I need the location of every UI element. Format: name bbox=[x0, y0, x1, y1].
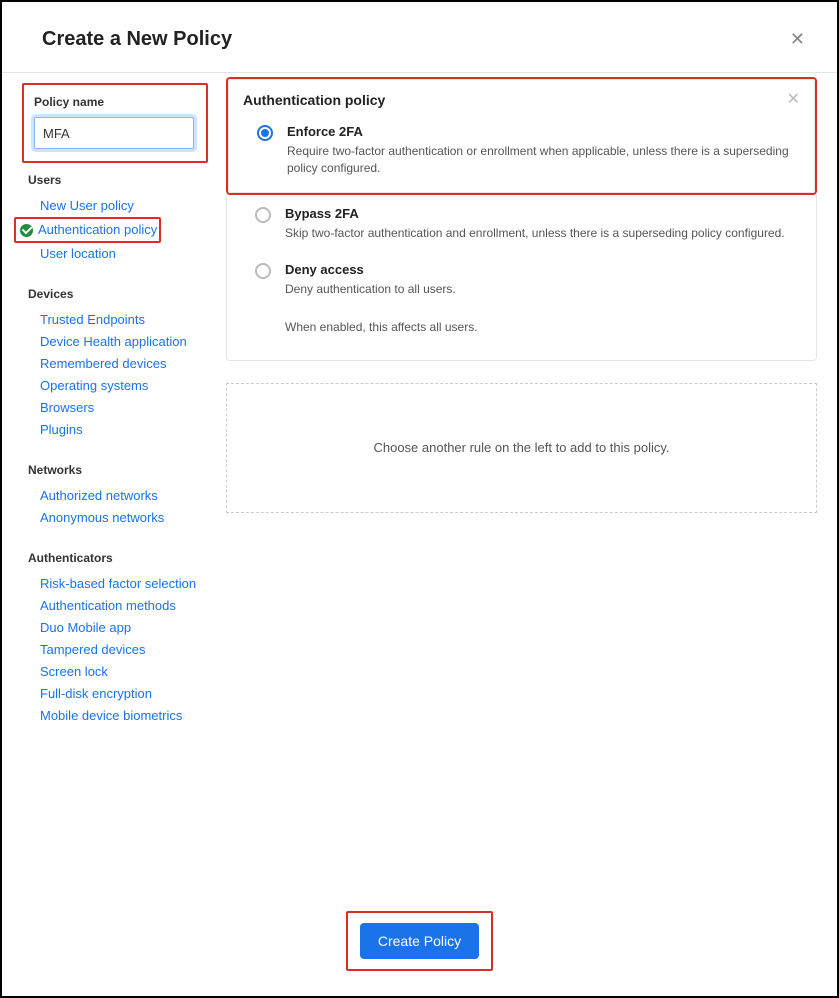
policy-name-input[interactable] bbox=[34, 117, 194, 149]
main-content: Authentication policy ✕ Enforce 2FA Requ… bbox=[212, 73, 837, 853]
highlight-auth-policy: Authentication policy bbox=[14, 217, 161, 243]
close-icon[interactable]: ✕ bbox=[787, 92, 800, 108]
modal-header: Create a New Policy ✕ bbox=[2, 2, 837, 72]
option-desc: Require two-factor authentication or enr… bbox=[287, 143, 794, 178]
highlight-create-button: Create Policy bbox=[346, 911, 493, 971]
group-label-devices: Devices bbox=[28, 287, 212, 301]
note-text: When enabled, this affects all users. bbox=[285, 319, 478, 336]
nav-group-devices: Devices Trusted Endpoints Device Health … bbox=[18, 287, 212, 441]
group-label-users: Users bbox=[28, 173, 212, 187]
option-bypass-2fa[interactable]: Bypass 2FA Skip two-factor authenticatio… bbox=[227, 200, 816, 256]
radio-icon[interactable] bbox=[255, 207, 271, 223]
sidebar-item-full-disk-encryption[interactable]: Full-disk encryption bbox=[18, 683, 212, 705]
add-rule-placeholder: Choose another rule on the left to add t… bbox=[226, 383, 817, 513]
radio-icon[interactable] bbox=[255, 263, 271, 279]
option-body: Deny access Deny authentication to all u… bbox=[285, 262, 456, 298]
option-body: Enforce 2FA Require two-factor authentic… bbox=[287, 124, 794, 178]
option-title: Enforce 2FA bbox=[287, 124, 794, 139]
sidebar-item-mobile-biometrics[interactable]: Mobile device biometrics bbox=[18, 705, 212, 727]
policy-name-group: Policy name bbox=[22, 83, 208, 163]
sidebar-item-tampered-devices[interactable]: Tampered devices bbox=[18, 639, 212, 661]
panel-header: Authentication policy ✕ bbox=[229, 80, 814, 118]
sidebar-item-remembered-devices[interactable]: Remembered devices bbox=[18, 353, 212, 375]
option-deny-access[interactable]: Deny access Deny authentication to all u… bbox=[227, 256, 816, 312]
modal-body: Policy name Users New User policy Authen… bbox=[2, 73, 837, 853]
option-desc: Deny authentication to all users. bbox=[285, 281, 456, 298]
sidebar-item-new-user-policy[interactable]: New User policy bbox=[18, 195, 212, 217]
nav-group-authenticators: Authenticators Risk-based factor selecti… bbox=[18, 551, 212, 727]
option-title: Bypass 2FA bbox=[285, 206, 785, 221]
sidebar-item-authentication-policy[interactable]: Authentication policy bbox=[16, 219, 157, 241]
nav-group-users: Users New User policy Authentication pol… bbox=[18, 173, 212, 265]
group-label-authenticators: Authenticators bbox=[28, 551, 212, 565]
option-note: When enabled, this affects all users. bbox=[227, 313, 816, 350]
option-body: Bypass 2FA Skip two-factor authenticatio… bbox=[285, 206, 785, 242]
modal-frame: Create a New Policy ✕ Policy name Users … bbox=[0, 0, 839, 998]
nav-group-networks: Networks Authorized networks Anonymous n… bbox=[18, 463, 212, 529]
close-icon[interactable]: ✕ bbox=[786, 26, 809, 52]
placeholder-text: Choose another rule on the left to add t… bbox=[373, 440, 669, 455]
option-title: Deny access bbox=[285, 262, 456, 277]
option-enforce-2fa[interactable]: Enforce 2FA Require two-factor authentic… bbox=[229, 118, 814, 192]
auth-policy-panel: Authentication policy ✕ Enforce 2FA Requ… bbox=[228, 79, 815, 193]
radio-icon[interactable] bbox=[257, 125, 273, 141]
panel-title: Authentication policy bbox=[243, 92, 385, 108]
auth-policy-panel-highlight: Authentication policy ✕ Enforce 2FA Requ… bbox=[226, 77, 817, 195]
sidebar-item-trusted-endpoints[interactable]: Trusted Endpoints bbox=[18, 309, 212, 331]
option-desc: Skip two-factor authentication and enrol… bbox=[285, 225, 785, 242]
page-title: Create a New Policy bbox=[42, 28, 232, 51]
auth-policy-panel-rest: Bypass 2FA Skip two-factor authenticatio… bbox=[226, 194, 817, 361]
sidebar-item-duo-mobile[interactable]: Duo Mobile app bbox=[18, 617, 212, 639]
modal-footer: Create Policy bbox=[2, 901, 837, 991]
sidebar-item-auth-methods[interactable]: Authentication methods bbox=[18, 595, 212, 617]
sidebar-item-risk-based[interactable]: Risk-based factor selection bbox=[18, 573, 212, 595]
sidebar-item-device-health[interactable]: Device Health application bbox=[18, 331, 212, 353]
check-circle-icon bbox=[20, 224, 33, 237]
group-label-networks: Networks bbox=[28, 463, 212, 477]
sidebar-item-label: Authentication policy bbox=[38, 220, 157, 240]
sidebar-item-browsers[interactable]: Browsers bbox=[18, 397, 212, 419]
sidebar: Policy name Users New User policy Authen… bbox=[2, 73, 212, 853]
create-policy-button[interactable]: Create Policy bbox=[360, 923, 479, 959]
sidebar-item-user-location[interactable]: User location bbox=[18, 243, 212, 265]
sidebar-item-anonymous-networks[interactable]: Anonymous networks bbox=[18, 507, 212, 529]
sidebar-item-screen-lock[interactable]: Screen lock bbox=[18, 661, 212, 683]
sidebar-item-plugins[interactable]: Plugins bbox=[18, 419, 212, 441]
sidebar-item-authorized-networks[interactable]: Authorized networks bbox=[18, 485, 212, 507]
sidebar-item-operating-systems[interactable]: Operating systems bbox=[18, 375, 212, 397]
policy-name-label: Policy name bbox=[34, 95, 196, 109]
